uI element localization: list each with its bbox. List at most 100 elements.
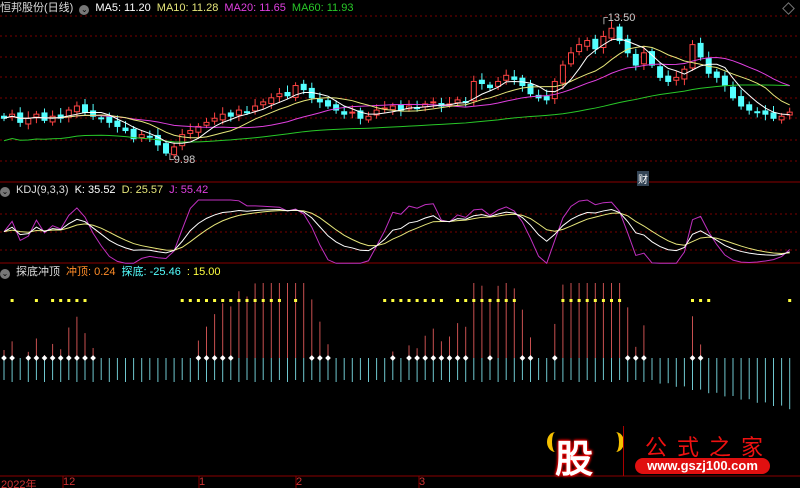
white-dot bbox=[195, 355, 202, 361]
white-dot bbox=[57, 355, 64, 361]
white-dot bbox=[641, 355, 647, 361]
yellow-dot bbox=[34, 299, 38, 302]
yellow-dot bbox=[577, 299, 581, 302]
candle-down bbox=[738, 96, 745, 107]
yellow-dot bbox=[83, 299, 87, 302]
candle-down bbox=[300, 83, 307, 91]
yellow-dot bbox=[391, 299, 395, 302]
yellow-dot bbox=[221, 299, 225, 302]
white-dot bbox=[406, 355, 412, 361]
yellow-dot bbox=[472, 299, 476, 302]
candle-down bbox=[721, 75, 728, 87]
yellow-dot bbox=[205, 299, 208, 302]
ma10-line bbox=[3, 45, 790, 139]
candle-up bbox=[349, 111, 356, 114]
candle-down bbox=[592, 38, 599, 50]
candle-down bbox=[770, 112, 777, 119]
yellow-dot bbox=[188, 299, 192, 302]
candle-up bbox=[389, 105, 396, 111]
candle-up bbox=[203, 121, 210, 126]
yellow-dot bbox=[277, 299, 281, 302]
candle-down bbox=[665, 75, 672, 82]
candle-up bbox=[73, 105, 80, 113]
yellow-dot bbox=[439, 299, 443, 302]
candle-up bbox=[25, 117, 32, 125]
candle-up bbox=[689, 44, 696, 69]
x-axis-tick-2: 2 bbox=[296, 476, 303, 488]
yellow-dot bbox=[10, 299, 14, 302]
white-dot bbox=[211, 355, 218, 361]
yellow-dot bbox=[561, 299, 565, 302]
white-dot bbox=[82, 355, 88, 361]
yellow-dot bbox=[691, 299, 694, 302]
chart-canvas[interactable] bbox=[0, 0, 800, 488]
yellow-dot bbox=[699, 299, 703, 302]
candle-down bbox=[341, 111, 348, 115]
yellow-dot bbox=[253, 299, 257, 302]
white-dot bbox=[65, 355, 72, 361]
yellow-dot bbox=[464, 299, 468, 302]
candle-up bbox=[252, 105, 259, 112]
ma60-line bbox=[3, 84, 790, 143]
candle-up bbox=[187, 130, 194, 134]
candle-down bbox=[114, 120, 121, 127]
yellow-dot bbox=[423, 299, 427, 302]
candle-up bbox=[260, 101, 267, 106]
candle-up bbox=[49, 115, 56, 123]
candle-down bbox=[697, 42, 704, 58]
white-dot bbox=[203, 355, 210, 361]
white-dot bbox=[551, 355, 558, 361]
finance-marker[interactable]: 财 bbox=[637, 171, 649, 186]
yellow-dot bbox=[593, 299, 597, 302]
white-dot bbox=[462, 355, 469, 361]
low-annotation: └9.98 bbox=[166, 154, 196, 166]
yellow-dot bbox=[67, 299, 71, 302]
candle-up bbox=[211, 117, 218, 122]
yellow-dot bbox=[415, 299, 419, 302]
yellow-dot bbox=[488, 299, 492, 302]
white-dot bbox=[438, 355, 445, 361]
candle-up bbox=[673, 76, 680, 81]
yellow-dot bbox=[399, 299, 403, 302]
candle-up bbox=[268, 97, 275, 105]
horn-left-icon bbox=[547, 432, 564, 452]
white-dot bbox=[308, 355, 315, 361]
yellow-dot bbox=[75, 299, 79, 302]
candle-down bbox=[122, 127, 129, 132]
white-dot bbox=[219, 355, 226, 361]
white-dot bbox=[527, 355, 534, 361]
candle-up bbox=[640, 52, 647, 65]
white-dot bbox=[446, 355, 453, 361]
candle-up bbox=[568, 52, 574, 65]
candle-down bbox=[41, 112, 48, 121]
candle-up bbox=[576, 44, 583, 53]
candle-down bbox=[746, 104, 753, 111]
candle-up bbox=[276, 93, 283, 98]
candle-down bbox=[511, 76, 518, 80]
x-axis-tick-1: 1 bbox=[199, 476, 206, 488]
white-dot bbox=[454, 355, 461, 361]
yellow-dot bbox=[245, 299, 249, 302]
candle-down bbox=[632, 53, 639, 66]
candle-down bbox=[316, 98, 323, 103]
white-dot bbox=[41, 355, 48, 361]
white-dot bbox=[519, 355, 526, 361]
white-dot bbox=[389, 355, 396, 361]
candle-down bbox=[478, 79, 485, 84]
white-dot bbox=[9, 355, 15, 361]
yellow-dot bbox=[59, 299, 63, 302]
yellow-dot bbox=[585, 299, 589, 302]
yellow-dot bbox=[383, 299, 387, 302]
candle-down bbox=[284, 92, 291, 97]
candle-up bbox=[430, 101, 437, 104]
candle-up bbox=[235, 109, 242, 116]
candle-up bbox=[551, 80, 558, 100]
white-dot bbox=[317, 355, 323, 361]
yellow-dot bbox=[707, 299, 711, 302]
candle-down bbox=[98, 117, 105, 120]
white-dot bbox=[74, 355, 80, 361]
white-dot bbox=[33, 355, 40, 361]
logo-divider bbox=[623, 426, 624, 476]
candle-up bbox=[33, 113, 40, 118]
yellow-dot bbox=[788, 299, 792, 302]
